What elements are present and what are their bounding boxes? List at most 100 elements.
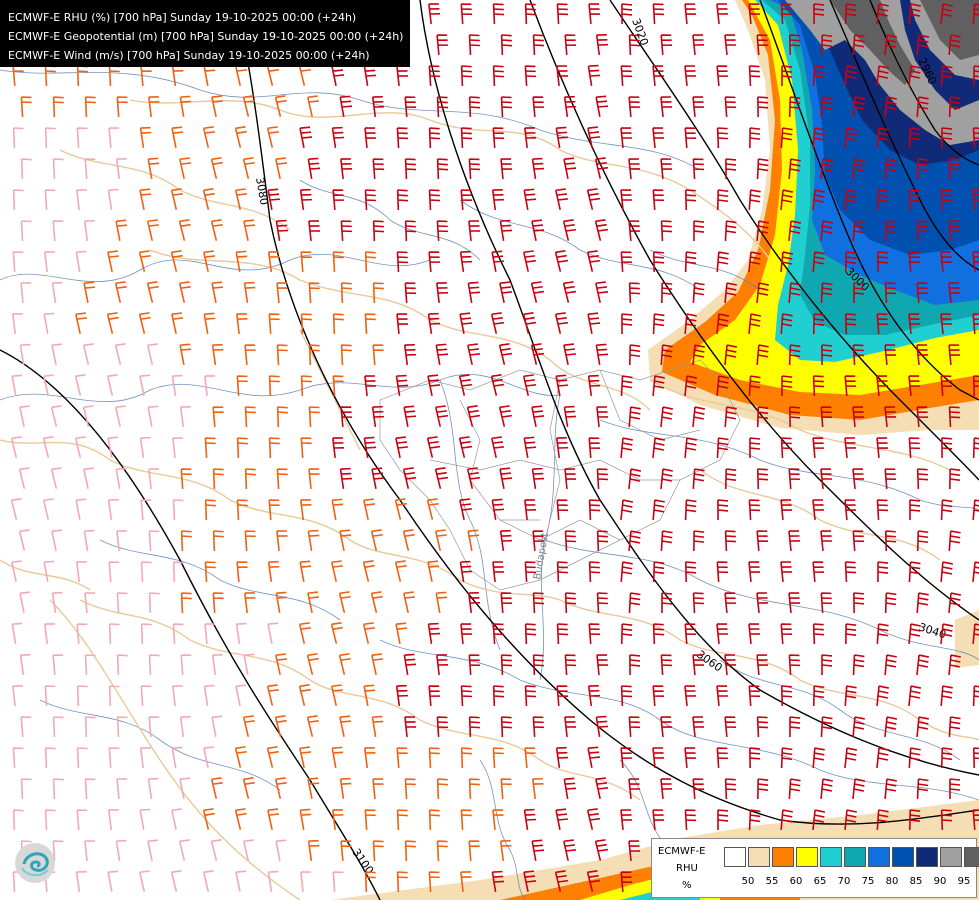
wind-barb bbox=[716, 623, 729, 645]
wind-barb bbox=[138, 250, 151, 272]
wind-barb bbox=[44, 65, 56, 87]
wind-barb bbox=[12, 127, 24, 149]
wind-barb bbox=[76, 189, 88, 211]
wind-barb bbox=[234, 746, 247, 768]
wind-barb bbox=[146, 281, 159, 303]
wind-barb bbox=[468, 778, 480, 800]
wind-barb bbox=[916, 592, 929, 614]
wind-barb bbox=[268, 375, 280, 397]
wind-barb bbox=[844, 685, 857, 707]
legend-swatch bbox=[964, 847, 979, 867]
wind-barb bbox=[148, 654, 160, 676]
wind-barb bbox=[652, 747, 665, 769]
wind-barb bbox=[596, 468, 609, 490]
wind-barb bbox=[523, 436, 537, 458]
wind-barb bbox=[266, 746, 279, 768]
wind-barb bbox=[404, 778, 416, 800]
wind-barb bbox=[812, 437, 825, 459]
wind-barb bbox=[949, 778, 961, 800]
wind-barb bbox=[75, 498, 87, 520]
wind-barb bbox=[588, 437, 601, 459]
wind-barb bbox=[692, 406, 706, 428]
wind-barb bbox=[107, 809, 119, 831]
wind-barb bbox=[563, 777, 577, 799]
wind-barb bbox=[44, 127, 56, 149]
contour-label: 3060 bbox=[694, 648, 724, 675]
wind-barb bbox=[587, 126, 601, 148]
wind-barb bbox=[235, 684, 247, 706]
wind-barb bbox=[587, 684, 601, 707]
wind-barb bbox=[362, 622, 375, 644]
wind-barb bbox=[394, 498, 407, 520]
wind-barb bbox=[234, 64, 247, 86]
wind-barb bbox=[275, 157, 288, 179]
wind-barb bbox=[524, 499, 537, 521]
wind-barb bbox=[756, 716, 769, 738]
wind-barb bbox=[211, 95, 224, 117]
wind-barb bbox=[299, 746, 311, 768]
wind-barb bbox=[498, 343, 513, 365]
wind-barb bbox=[426, 498, 439, 520]
wind-barb bbox=[364, 809, 376, 831]
legend-model: ECMWF-E bbox=[658, 846, 706, 857]
wind-barb bbox=[621, 313, 633, 335]
wind-barb bbox=[44, 685, 56, 707]
wind-barb bbox=[307, 95, 319, 117]
wind-barb bbox=[717, 809, 729, 831]
wind-barb bbox=[266, 126, 279, 148]
wind-barb bbox=[948, 530, 961, 552]
wind-barb bbox=[948, 592, 962, 614]
wind-barb bbox=[307, 591, 320, 613]
wind-barb bbox=[724, 34, 737, 56]
wind-barb bbox=[693, 530, 705, 552]
contour-label: 3020 bbox=[629, 17, 651, 48]
wind-barb bbox=[820, 468, 833, 490]
wind-barb bbox=[268, 437, 280, 459]
wind-barb bbox=[403, 405, 417, 427]
wind-barb bbox=[692, 282, 705, 304]
wind-barb bbox=[652, 499, 665, 521]
wind-barb bbox=[532, 778, 544, 800]
wind-barb bbox=[396, 313, 409, 335]
wind-barb bbox=[107, 188, 119, 211]
wind-barb bbox=[20, 220, 32, 242]
wind-barb bbox=[146, 343, 158, 365]
wind-barb bbox=[76, 685, 88, 707]
wind-barb bbox=[788, 654, 801, 676]
wind-barb bbox=[876, 685, 890, 707]
wind-barb bbox=[588, 561, 601, 583]
wind-barb bbox=[44, 189, 56, 211]
wind-barb bbox=[148, 530, 160, 552]
legend-unit: % bbox=[682, 880, 692, 891]
wind-barb bbox=[460, 127, 473, 149]
wind-barb bbox=[716, 685, 729, 707]
wind-barb bbox=[716, 437, 729, 459]
wind-barb bbox=[620, 375, 633, 397]
wind-barb bbox=[179, 157, 191, 179]
wind-barb bbox=[972, 437, 979, 459]
wind-barb bbox=[436, 654, 449, 676]
wind-barb bbox=[178, 839, 190, 861]
wind-barb bbox=[10, 436, 22, 458]
wind-barb bbox=[12, 747, 24, 769]
wind-barb bbox=[52, 220, 64, 242]
wind-barb bbox=[620, 809, 633, 831]
wind-barb bbox=[212, 530, 224, 552]
wind-barb bbox=[300, 251, 312, 273]
wind-barb bbox=[339, 95, 353, 117]
wind-barb bbox=[364, 189, 377, 211]
wind-barb bbox=[820, 530, 833, 552]
wind-barb bbox=[972, 747, 979, 769]
wind-barb bbox=[428, 251, 441, 273]
wind-barb bbox=[396, 747, 408, 769]
wind-barb bbox=[426, 436, 441, 458]
wind-barb bbox=[652, 623, 665, 645]
wind-barb bbox=[339, 467, 353, 490]
wind-barb bbox=[236, 313, 248, 335]
wind-barb bbox=[500, 716, 513, 738]
wind-barb bbox=[404, 96, 417, 118]
wind-barb bbox=[19, 591, 31, 613]
wind-barb bbox=[972, 561, 979, 583]
wind-barb bbox=[74, 436, 86, 458]
wind-barb bbox=[108, 65, 120, 87]
